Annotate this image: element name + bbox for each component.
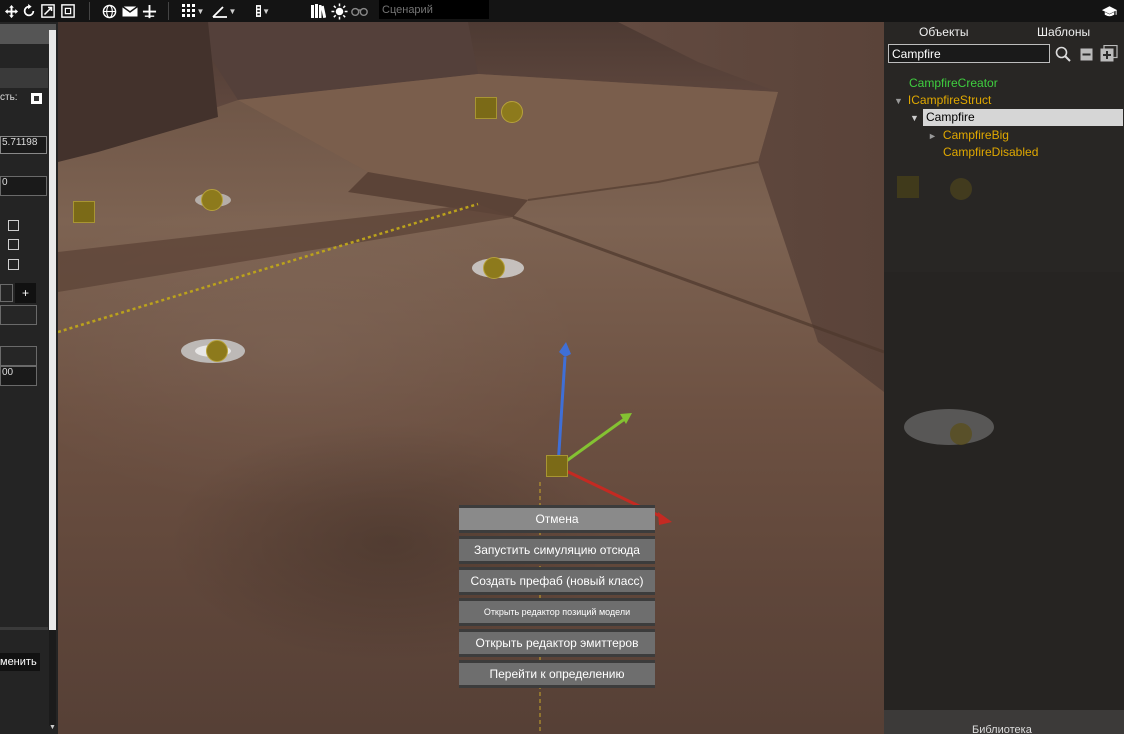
tree-item-label: CampfireCreator: [909, 76, 998, 90]
object-marker-circle[interactable]: [201, 189, 223, 211]
menu-item-go-to-definition[interactable]: Перейти к определению: [459, 663, 655, 685]
option-checkbox[interactable]: [8, 259, 19, 270]
option-checkbox[interactable]: [8, 239, 19, 250]
vertical-dots-icon[interactable]: ▼: [256, 2, 270, 20]
select-box-icon[interactable]: [60, 2, 76, 20]
envelope-icon[interactable]: [121, 2, 138, 20]
move-icon[interactable]: [3, 2, 19, 20]
binoculars-icon[interactable]: [350, 2, 368, 20]
number-field[interactable]: 00: [0, 366, 37, 386]
section-bar: [0, 68, 48, 88]
apply-button[interactable]: менить: [0, 653, 40, 671]
rotate-icon[interactable]: [21, 2, 37, 20]
text-field[interactable]: [0, 305, 37, 325]
grid-icon[interactable]: ▼: [180, 2, 206, 20]
option-checkbox[interactable]: [8, 220, 19, 231]
sun-icon[interactable]: [330, 2, 348, 20]
scrollbar-track[interactable]: [49, 630, 56, 726]
object-marker-square[interactable]: [475, 97, 497, 119]
object-marker-circle[interactable]: [501, 101, 523, 123]
tree-expand-icon[interactable]: ►: [928, 131, 937, 141]
library-tab[interactable]: Библиотека: [884, 710, 1124, 734]
tree-expand-icon[interactable]: ▼: [910, 113, 919, 123]
menu-item-create-prefab[interactable]: Создать префаб (новый класс): [459, 570, 655, 592]
tree-item-campfirecreator[interactable]: CampfireCreator: [909, 76, 998, 90]
tree-item-campfirebig[interactable]: ► CampfireBig: [928, 128, 1009, 142]
context-menu: Отмена Запустить симуляцию отсюда Создат…: [459, 508, 655, 694]
selected-object-marker[interactable]: [546, 455, 568, 477]
snap-plus-icon[interactable]: [141, 2, 157, 20]
tree-item-label: CampfireBig: [942, 128, 1009, 142]
search-icon[interactable]: [1055, 46, 1071, 67]
object-browser-panel: Объекты Шаблоны CampfireCreator ▼ ICampfi…: [884, 22, 1124, 734]
tree-item-label: ICampfireStruct: [907, 93, 992, 107]
tree-item-label: Campfire: [926, 110, 975, 124]
tree-item-icampfirestruct[interactable]: ▼ ICampfireStruct: [894, 93, 991, 107]
scenario-input[interactable]: [379, 0, 489, 19]
tab-objects[interactable]: Объекты: [919, 25, 969, 39]
angle-icon[interactable]: ▼: [210, 2, 238, 20]
add-button[interactable]: +: [15, 283, 36, 303]
visibility-checkbox[interactable]: [31, 93, 42, 104]
properties-panel: сть: 5.71198 0 + 00 менить ▼: [0, 22, 58, 734]
toolbar: ▼ ▼ ▼: [0, 0, 1124, 22]
object-marker-square[interactable]: [73, 201, 95, 223]
tree-item-campfiredisabled[interactable]: CampfireDisabled: [943, 145, 1038, 159]
graduation-cap-icon[interactable]: [1100, 2, 1118, 20]
object-marker-circle[interactable]: [206, 340, 228, 362]
list-field[interactable]: [0, 284, 13, 302]
chevron-down-icon[interactable]: ▼: [49, 724, 56, 732]
toolbar-divider: [89, 2, 90, 20]
tree-expand-icon[interactable]: ▼: [894, 96, 903, 106]
menu-item-cancel[interactable]: Отмена: [459, 508, 655, 530]
object-marker-circle[interactable]: [483, 257, 505, 279]
chevron-down-icon: ▼: [228, 6, 237, 16]
tree-item-label: CampfireDisabled: [943, 145, 1039, 159]
value-field[interactable]: 0: [0, 176, 47, 196]
books-icon[interactable]: [310, 2, 326, 20]
scrollbar-thumb[interactable]: [49, 30, 56, 630]
panel-header: [0, 24, 56, 44]
text-field[interactable]: [0, 346, 37, 366]
menu-item-emitter-editor[interactable]: Открыть редактор эмиттеров: [459, 632, 655, 654]
toolbar-divider: [168, 2, 169, 20]
chevron-down-icon: ▼: [196, 6, 205, 16]
library-label: Библиотека: [972, 724, 1032, 734]
scale-icon[interactable]: [40, 2, 56, 20]
coordinate-field[interactable]: 5.71198: [0, 136, 47, 154]
menu-item-model-position-editor[interactable]: Открыть редактор позиций модели: [459, 601, 655, 623]
globe-icon[interactable]: [101, 2, 117, 20]
tab-templates[interactable]: Шаблоны: [1037, 25, 1090, 39]
tree-item-campfire[interactable]: ▼: [910, 110, 924, 124]
add-copy-icon[interactable]: [1100, 44, 1118, 67]
collapse-icon[interactable]: [1080, 48, 1093, 66]
divider: [0, 627, 48, 630]
menu-item-run-simulation[interactable]: Запустить симуляцию отсюда: [459, 539, 655, 561]
search-input[interactable]: [888, 44, 1050, 63]
chevron-down-icon: ▼: [262, 6, 270, 16]
tree-item-selected[interactable]: Campfire: [923, 109, 1123, 126]
